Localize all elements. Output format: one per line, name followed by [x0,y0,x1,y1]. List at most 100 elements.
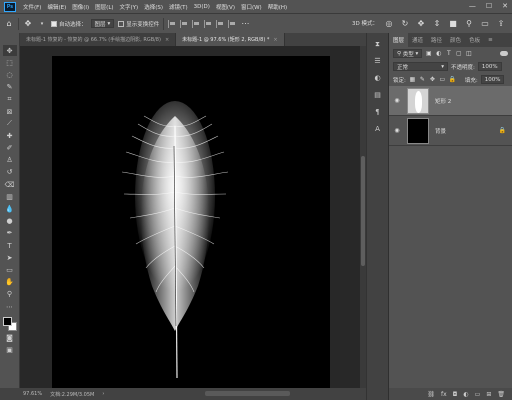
camera-icon[interactable]: ■ [448,18,458,28]
move-tool-icon[interactable]: ✥ [2,45,17,57]
pixel-filter-icon[interactable]: ▣ [425,50,432,57]
adjustments-panel-icon[interactable]: ◐ [372,73,384,83]
menu-layer[interactable]: 图层(L) [92,3,116,11]
clone-stamp-tool-icon[interactable]: ♙ [3,155,17,166]
align-center-icon[interactable] [180,19,188,28]
history-panel-icon[interactable]: ⧗ [372,39,384,49]
lock-pixels-icon[interactable]: ▦ [409,76,416,83]
orbit-3d-icon[interactable]: ◎ [384,18,394,28]
auto-select-option[interactable]: 自动选择： [51,20,87,28]
character-panel-icon[interactable]: A [372,124,384,134]
blur-tool-icon[interactable]: 💧 [3,203,17,214]
foreground-color[interactable] [2,317,12,327]
properties-panel-icon[interactable]: ☰ [372,56,384,66]
align-right-icon[interactable] [192,19,200,28]
layer-row-background[interactable]: ◉ 背景 🔒 [389,116,512,146]
layer-style-icon[interactable]: fx [441,391,447,398]
pen-tool-icon[interactable]: ✒ [3,228,17,239]
fill-input[interactable]: 100% [480,75,505,84]
tab-layers[interactable]: 图层 [389,33,409,47]
type-tool-icon[interactable]: T [3,240,17,251]
menu-select[interactable]: 选择(S) [141,3,166,11]
menu-edit[interactable]: 编辑(E) [44,3,69,11]
lock-artboard-icon[interactable]: ▭ [439,76,446,83]
menu-3d[interactable]: 3D(D) [191,4,213,10]
tab-recovered-doc[interactable]: 未标题-1 恢复的 - 恢复的 @ 66.7% (手绘描边阴影, RGB/8) … [20,33,177,46]
search-icon[interactable]: ⚲ [464,18,474,28]
new-layer-icon[interactable]: ⊞ [486,391,491,398]
align-left-icon[interactable] [168,19,176,28]
blend-mode-dropdown[interactable]: 正常 ▾ [393,62,448,71]
align-middle-icon[interactable] [216,19,224,28]
home-icon[interactable]: ⌂ [4,19,14,29]
more-tools-icon[interactable]: ⋯ [3,301,17,312]
eyedropper-tool-icon[interactable]: ⟋ [3,118,17,129]
hand-tool-icon[interactable]: ✋ [3,277,17,288]
menu-type[interactable]: 文字(Y) [117,3,142,11]
show-transform-checkbox[interactable] [118,20,125,27]
filter-toggle[interactable] [500,51,508,56]
menu-help[interactable]: 帮助(H) [265,3,290,11]
quick-mask-icon[interactable]: ◙ [3,332,17,343]
move-tool-icon[interactable]: ✥ [23,19,33,29]
lock-paint-icon[interactable]: ✎ [419,76,426,83]
workspace-icon[interactable]: ▭ [480,18,490,28]
brush-tool-icon[interactable]: ✐ [3,143,17,154]
paragraph-panel-icon[interactable]: ¶ [372,107,384,117]
path-select-tool-icon[interactable]: ➤ [3,252,17,263]
scrollbar-thumb[interactable] [361,156,365,266]
close-button[interactable]: ✕ [502,2,508,10]
rectangle-tool-icon[interactable]: ▭ [3,264,17,275]
slide-3d-icon[interactable]: ⇕ [432,18,442,28]
adjustment-layer-icon[interactable]: ◐ [463,391,468,398]
menu-filter[interactable]: 滤镜(T) [166,3,191,11]
shape-filter-icon[interactable]: ▢ [455,50,462,57]
panel-menu-icon[interactable]: ≡ [484,33,497,47]
marquee-tool-icon[interactable]: ⬚ [3,57,17,68]
tab-paths[interactable]: 路径 [427,33,446,47]
smart-object-filter-icon[interactable]: ◫ [465,50,472,57]
chevron-down-icon[interactable]: ▾ [37,19,47,29]
tab-color[interactable]: 颜色 [446,33,465,47]
tab-active-doc[interactable]: 未标题-1 @ 97.6% (矩形 2, RGB/8) * × [176,33,285,46]
history-brush-tool-icon[interactable]: ↺ [3,167,17,178]
eraser-tool-icon[interactable]: ⌫ [3,179,17,190]
gradient-tool-icon[interactable]: ▥ [3,191,17,202]
color-swatches[interactable] [2,317,17,332]
lock-all-icon[interactable]: 🔒 [449,76,456,83]
align-top-icon[interactable] [204,19,212,28]
lock-position-icon[interactable]: ✥ [429,76,436,83]
auto-select-checkbox[interactable] [51,20,57,27]
share-icon[interactable]: ⇪ [496,18,506,28]
frame-tool-icon[interactable]: ⊠ [3,106,17,117]
maximize-button[interactable]: ☐ [486,2,492,10]
screen-mode-icon[interactable]: ▣ [3,344,17,355]
document-canvas[interactable] [52,56,330,388]
adjustment-filter-icon[interactable]: ◐ [435,50,442,57]
quick-select-tool-icon[interactable]: ✎ [3,82,17,93]
zoom-level[interactable]: 97.61% [23,391,42,397]
close-icon[interactable]: × [273,37,277,43]
layer-filter-dropdown[interactable]: ⚲ 类型 ▾ [393,49,423,58]
healing-brush-tool-icon[interactable]: ✚ [3,130,17,141]
add-mask-icon[interactable]: ◘ [453,391,458,398]
link-layers-icon[interactable]: ⛓ [427,391,435,398]
chevron-right-icon[interactable]: › [102,391,104,397]
type-filter-icon[interactable]: T [445,50,452,57]
visibility-eye-icon[interactable]: ◉ [393,127,401,134]
new-group-icon[interactable]: ▭ [475,391,481,398]
pan-3d-icon[interactable]: ✥ [416,18,426,28]
horizontal-scrollbar[interactable] [205,391,290,396]
delete-layer-icon[interactable]: 🗑 [497,391,505,398]
libraries-panel-icon[interactable]: ▤ [372,90,384,100]
auto-select-dropdown[interactable]: 图层 ▾ [90,19,115,28]
menu-view[interactable]: 视图(V) [213,3,238,11]
opacity-input[interactable]: 100% [477,62,502,71]
minimize-button[interactable]: — [469,2,476,10]
layer-row-rectangle-2[interactable]: ◉ 矩形 2 [389,86,512,116]
tab-channels[interactable]: 通道 [408,33,427,47]
canvas-area[interactable] [20,46,360,388]
lasso-tool-icon[interactable]: ◌ [3,69,17,80]
menu-file[interactable]: 文件(F) [20,3,44,11]
show-transform-option[interactable]: 显示变换控件 [118,20,159,28]
